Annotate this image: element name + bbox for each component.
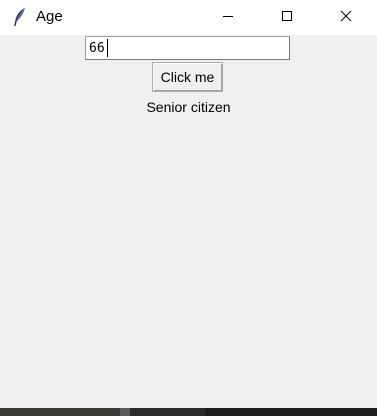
feather-icon: [12, 7, 28, 27]
window-title: Age: [36, 8, 63, 25]
taskbar-segment: [120, 408, 130, 416]
age-input[interactable]: [85, 36, 290, 60]
text-cursor: [107, 39, 108, 57]
taskbar-segment: [0, 408, 120, 416]
minimize-button[interactable]: [205, 0, 251, 35]
maximize-button[interactable]: [264, 0, 310, 35]
app-window: Age Click me Senior citizen: [0, 0, 377, 416]
result-label: Senior citizen: [146, 99, 231, 115]
taskbar-segment: [205, 408, 377, 416]
minimize-icon: [222, 9, 234, 27]
close-button[interactable]: [323, 0, 369, 35]
click-me-button[interactable]: Click me: [152, 62, 223, 92]
close-icon: [340, 9, 352, 27]
maximize-icon: [281, 9, 293, 27]
title-bar[interactable]: Age: [0, 0, 377, 35]
